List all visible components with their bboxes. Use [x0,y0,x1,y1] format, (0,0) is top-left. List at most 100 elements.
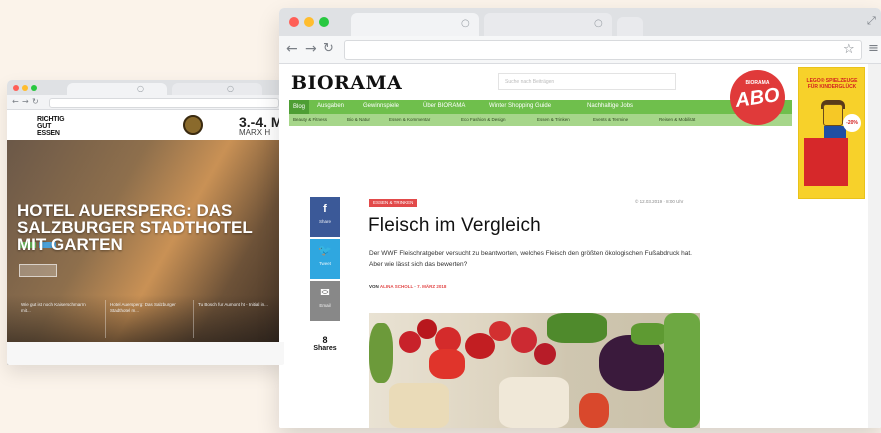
email-share-label: Email [319,303,331,308]
twitter-share-label: Tweet [318,261,331,266]
tab-inactive[interactable]: ○ [172,83,262,95]
tab-inactive[interactable]: ○ [484,13,612,36]
subnav-item[interactable]: Essen & Kommentar [389,117,430,122]
subnav-item[interactable]: Essen & Trinken [537,117,570,122]
bowl-shape [499,377,569,428]
publish-date: 7. MÄRZ 2018 [417,284,447,289]
share-count-label: Shares [313,345,337,352]
close-tab-icon[interactable]: ○ [227,84,234,93]
email-share-button[interactable]: ✉ Email [310,281,340,321]
abo-badge[interactable]: BIORAMA ABO [730,70,785,125]
tab-bar: ○ ○ ⤢ [279,8,881,36]
search-input[interactable]: Suche nach Beiträgen [498,73,676,90]
minimize-window-icon[interactable] [22,85,28,91]
expand-icon[interactable]: ⤢ [867,14,876,28]
lettuce-shape [664,313,700,428]
close-window-icon[interactable] [13,85,19,91]
window-footer [7,342,284,365]
byline: VON ALINA SCHOLL · 7. MÄRZ 2018 [369,284,446,289]
ad-headline: LEGO® SPIELZEUGE FÜR KINDERGLÜCK [806,78,858,90]
ad-figure-head [823,104,843,126]
tab-active[interactable]: ○ [351,13,479,36]
maximize-window-icon[interactable] [31,85,37,91]
nav-item-gewinnspiele[interactable]: Gewinnspiele [363,103,399,109]
teaser-card[interactable]: Hotel Auersperg: Das Salzburger Stadthot… [105,300,185,338]
subnav-item[interactable]: Reisen & Mobilität [659,117,695,122]
lego-ad-banner[interactable]: LEGO® SPIELZEUGE FÜR KINDERGLÜCK -20% [798,67,865,199]
tab-bar: ○ ○ [7,80,284,95]
back-arrow-icon[interactable]: ← [286,41,298,57]
ad-discount-badge: -20% [843,114,861,132]
hero-title[interactable]: HOTEL AUERSPERG: DAS SALZBURGER STADTHOT… [17,202,272,253]
nav-item-shopping-guide[interactable]: Winter Shopping Guide [489,103,551,109]
sub-nav: Beauty & Fitness Bio & Natur Essen & Kom… [289,114,792,126]
main-nav: Blog Ausgaben Gewinnspiele Über BIORAMA … [289,100,792,114]
article-hero-image[interactable] [369,313,700,428]
address-bar[interactable]: ☆ [344,40,862,60]
close-window-icon[interactable] [289,17,299,27]
subnav-item[interactable]: Bio & Natur [347,117,370,122]
tab-active[interactable]: ○ [67,83,167,95]
author-link[interactable]: ALINA SCHOLL [380,284,413,289]
teaser-card[interactable]: Wie gut ist noch Kaiserschmarrn mit... [17,300,97,338]
hero-image[interactable]: HOTEL AUERSPERG: DAS SALZBURGER STADTHOT… [7,140,284,365]
site-logo[interactable]: RICHTIG GUT ESSEN [37,116,77,137]
byline-separator: · [414,284,416,289]
nav-item-ueber[interactable]: Über BIORAMA [423,103,465,109]
twitter-icon: 🐦 [318,245,332,257]
article-date-top: © 12.03.2019 · 8:00 Uhr [635,199,684,204]
subnav-item[interactable]: Events & Termine [593,117,628,122]
pepper-shape [429,349,465,379]
cheese-shape [389,383,449,428]
site-logo[interactable]: BIORAMA [291,72,402,94]
teaser-text: Wie gut ist noch Kaiserschmarrn mit... [21,302,86,313]
article-lead: Der WWF Fleischratgeber versucht zu bean… [369,250,692,268]
logo-line: GUT [37,123,52,130]
maximize-window-icon[interactable] [319,17,329,27]
radish-shape [534,343,556,365]
teaser-card[interactable]: Tu Bosch fur Aumont ht - Initial in... [193,300,273,338]
scrollbar-gutter[interactable] [868,64,881,428]
background-browser-window: ○ ○ ← → ↻ RICHTIG GUT ESSEN 3.-4. M MARX… [7,80,284,365]
abo-badge-big: ABO [733,84,781,112]
nav-item-jobs[interactable]: Nachhaltige Jobs [587,103,633,109]
facebook-share-button[interactable]: f Share [310,197,340,237]
byline-prefix: VON [369,284,379,289]
minimize-window-icon[interactable] [304,17,314,27]
subnav-item[interactable]: Eco Fashion & Design [461,117,506,122]
reload-icon[interactable]: ↻ [32,97,39,106]
event-location: MARX H [239,128,271,137]
nav-item-blog[interactable]: Blog [289,100,310,114]
forward-arrow-icon[interactable]: → [22,97,29,106]
teaser-text: Hotel Auersperg: Das Salzburger Stadthot… [110,302,176,313]
menu-icon[interactable]: ≡ [868,41,879,56]
logo-line: RICHTIG [37,116,65,123]
radish-shape [489,321,511,341]
twitter-share-button[interactable]: 🐦 Tweet [310,239,340,279]
close-tab-icon[interactable]: ○ [594,18,603,29]
close-tab-icon[interactable]: ○ [461,18,470,29]
share-count: 8 Shares [304,335,346,352]
teaser-cards: Wie gut ist noch Kaiserschmarrn mit... H… [7,300,284,340]
back-arrow-icon[interactable]: ← [12,97,19,106]
carrot-shape [579,393,609,428]
leaf-shape [631,323,667,345]
address-bar[interactable] [49,98,279,108]
tomato-shape [417,319,437,339]
nav-item-ausgaben[interactable]: Ausgaben [317,103,344,109]
read-more-button[interactable] [19,264,57,277]
leaf-shape [369,323,393,383]
bookmark-star-icon[interactable]: ☆ [843,42,855,57]
ad-brick-box [804,138,848,186]
reload-icon[interactable]: ↻ [323,41,334,56]
subnav-item[interactable]: Beauty & Fitness [293,117,327,122]
close-tab-icon[interactable]: ○ [137,84,144,93]
foreground-browser-window: ○ ○ ⤢ ← → ↻ ☆ ≡ BIORAMA Suche nach Beitr… [279,8,881,428]
beer-emblem-icon [183,115,203,135]
category-tag[interactable]: ESSEN & TRINKEN [369,199,418,207]
forward-arrow-icon[interactable]: → [305,41,317,57]
email-icon: ✉ [320,287,330,299]
facebook-share-label: Share [318,219,331,224]
browser-toolbar: ← → ↻ [7,95,284,110]
new-tab-button[interactable] [617,17,643,36]
